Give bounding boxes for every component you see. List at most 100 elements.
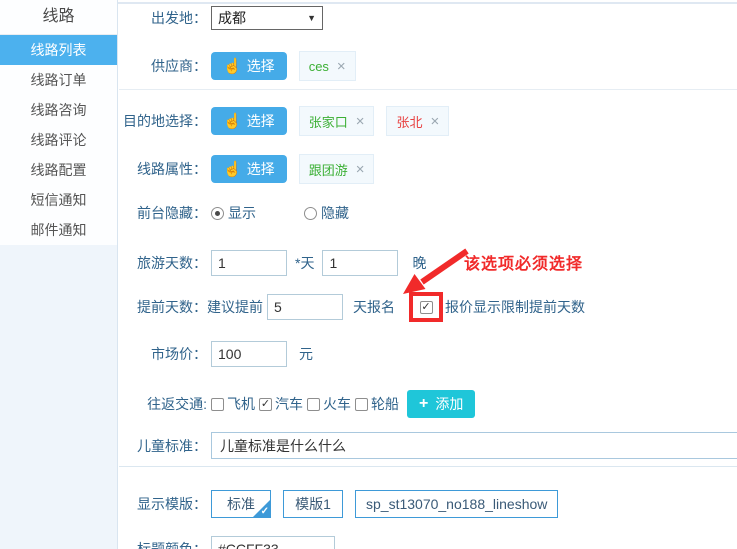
supplier-tag: ces × — [299, 51, 356, 81]
radio-hide[interactable]: 隐藏 — [304, 203, 349, 223]
advance-days-input[interactable] — [267, 294, 343, 320]
required-annotation: 该选项必须选择 — [464, 250, 583, 274]
template-1-label: 模版1 — [295, 494, 331, 514]
nights-unit: 晚 — [412, 253, 426, 273]
sidebar: 线路 线路列表 线路订单 线路咨询 线路评论 线路配置 短信通知 邮件通知 — [0, 0, 118, 549]
template-standard-label: 标准 — [227, 494, 255, 514]
template-1-button[interactable]: 模版1 — [283, 490, 343, 518]
dropdown-arrow-icon: ▼ — [307, 13, 316, 23]
radio-show-control[interactable] — [211, 207, 224, 220]
sidebar-item-route-inquiries[interactable]: 线路咨询 — [0, 95, 117, 125]
supplier-choose-label: 选择 — [247, 56, 275, 76]
row-display-template: 显示模版： 标准 ✓ 模版1 sp_st13070_no188_lineshow — [119, 490, 737, 518]
plus-icon: + — [419, 396, 428, 412]
template-standard-button[interactable]: 标准 ✓ — [211, 490, 271, 518]
departure-select[interactable]: 成都 ▼ — [211, 6, 323, 30]
departure-select-value: 成都 — [218, 8, 246, 28]
front-hidden-label: 前台隐藏： — [119, 203, 207, 223]
travel-days-label: 旅游天数： — [119, 253, 207, 273]
transport-option-ship[interactable]: 轮船 — [355, 394, 399, 414]
row-title-color: 标题颜色： — [119, 536, 737, 549]
plane-label: 飞机 — [227, 394, 255, 414]
market-price-input[interactable] — [211, 341, 287, 367]
child-standard-input[interactable] — [211, 432, 737, 459]
sidebar-item-route-orders[interactable]: 线路订单 — [0, 65, 117, 95]
check-icon: ✓ — [261, 506, 269, 517]
radio-hide-label: 隐藏 — [321, 203, 349, 223]
close-icon[interactable]: × — [356, 113, 365, 130]
plane-checkbox[interactable] — [211, 398, 224, 411]
quote-limit-checkbox-label: 报价显示限制提前天数 — [445, 297, 585, 317]
section-divider — [119, 466, 737, 467]
supplier-choose-button[interactable]: ☝ 选择 — [211, 52, 287, 80]
sidebar-item-route-list[interactable]: 线路列表 — [0, 35, 117, 65]
transport-option-plane[interactable]: 飞机 — [211, 394, 255, 414]
template-custom-label: sp_st13070_no188_lineshow — [366, 496, 547, 512]
advance-days-label: 提前天数： — [119, 297, 207, 317]
route-edit-page: 线路 线路列表 线路订单 线路咨询 线路评论 线路配置 短信通知 邮件通知 出发… — [0, 0, 737, 549]
sidebar-header: 线路 — [0, 0, 117, 35]
car-checkbox[interactable]: ✓ — [259, 398, 272, 411]
train-checkbox[interactable] — [307, 398, 320, 411]
hand-select-icon: ☝ — [223, 162, 242, 177]
route-attr-tag-text: 跟团游 — [309, 160, 348, 179]
ship-checkbox[interactable] — [355, 398, 368, 411]
supplier-label: 供应商： — [119, 56, 207, 76]
transport-label: 往返交通: — [119, 394, 207, 414]
title-color-label: 标题颜色： — [119, 539, 207, 549]
route-attr-choose-label: 选择 — [247, 159, 275, 179]
supplier-tag-text: ces — [309, 59, 329, 74]
train-label: 火车 — [323, 394, 351, 414]
days-input[interactable] — [211, 250, 287, 276]
days-unit: *天 — [295, 253, 314, 273]
destination-tag-text: 张北 — [396, 112, 422, 131]
transport-option-train[interactable]: 火车 — [307, 394, 351, 414]
route-attr-choose-button[interactable]: ☝ 选择 — [211, 155, 287, 183]
radio-hide-control[interactable] — [304, 207, 317, 220]
display-template-label: 显示模版： — [119, 494, 207, 514]
destination-choose-button[interactable]: ☝ 选择 — [211, 107, 287, 135]
destination-choose-label: 选择 — [247, 111, 275, 131]
template-custom-button[interactable]: sp_st13070_no188_lineshow — [355, 490, 558, 518]
check-icon: ✓ — [421, 302, 430, 313]
section-divider — [119, 89, 737, 90]
child-standard-label: 儿童标准： — [119, 436, 207, 456]
sidebar-item-sms-notify[interactable]: 短信通知 — [0, 185, 117, 215]
destination-tag-text: 张家口 — [309, 112, 348, 131]
destination-tag: 张北 × — [386, 106, 449, 136]
hand-select-icon: ☝ — [223, 59, 242, 74]
nights-input[interactable] — [322, 250, 398, 276]
transport-option-car[interactable]: ✓ 汽车 — [259, 394, 303, 414]
departure-label: 出发地： — [119, 8, 207, 28]
row-front-hidden: 前台隐藏： 显示 隐藏 — [119, 204, 737, 222]
radio-show-label: 显示 — [228, 203, 256, 223]
quote-limit-checkbox[interactable]: ✓ — [420, 301, 433, 314]
row-advance-days: 提前天数： 建议提前 天报名 ✓ 报价显示限制提前天数 — [119, 291, 737, 323]
add-transport-button[interactable]: + 添加 — [407, 390, 475, 418]
add-transport-label: 添加 — [435, 394, 463, 414]
check-icon: ✓ — [261, 399, 270, 410]
close-icon[interactable]: × — [337, 58, 346, 75]
radio-show[interactable]: 显示 — [211, 203, 256, 223]
ship-label: 轮船 — [371, 394, 399, 414]
close-icon[interactable]: × — [430, 113, 439, 130]
sidebar-item-route-comments[interactable]: 线路评论 — [0, 125, 117, 155]
destination-label: 目的地选择： — [119, 111, 207, 131]
row-departure: 出发地： 成都 ▼ — [119, 5, 737, 31]
advance-days-suffix: 天报名 — [353, 297, 395, 317]
route-attr-label: 线路属性： — [119, 159, 207, 179]
market-price-unit: 元 — [299, 344, 313, 364]
sidebar-item-route-config[interactable]: 线路配置 — [0, 155, 117, 185]
sidebar-item-email-notify[interactable]: 邮件通知 — [0, 215, 117, 245]
route-attr-tag: 跟团游 × — [299, 154, 375, 184]
row-child-standard: 儿童标准： — [119, 432, 737, 459]
destination-tag: 张家口 × — [299, 106, 375, 136]
required-highlight-box: ✓ — [409, 292, 443, 322]
required-annotation-text: 该选项必须选择 — [464, 256, 583, 273]
car-label: 汽车 — [275, 394, 303, 414]
title-color-input[interactable] — [211, 536, 335, 549]
close-icon[interactable]: × — [356, 161, 365, 178]
market-price-label: 市场价： — [119, 344, 207, 364]
row-travel-days: 旅游天数： *天 晚 — [119, 249, 737, 277]
sidebar-menu: 线路 线路列表 线路订单 线路咨询 线路评论 线路配置 短信通知 邮件通知 — [0, 0, 117, 245]
